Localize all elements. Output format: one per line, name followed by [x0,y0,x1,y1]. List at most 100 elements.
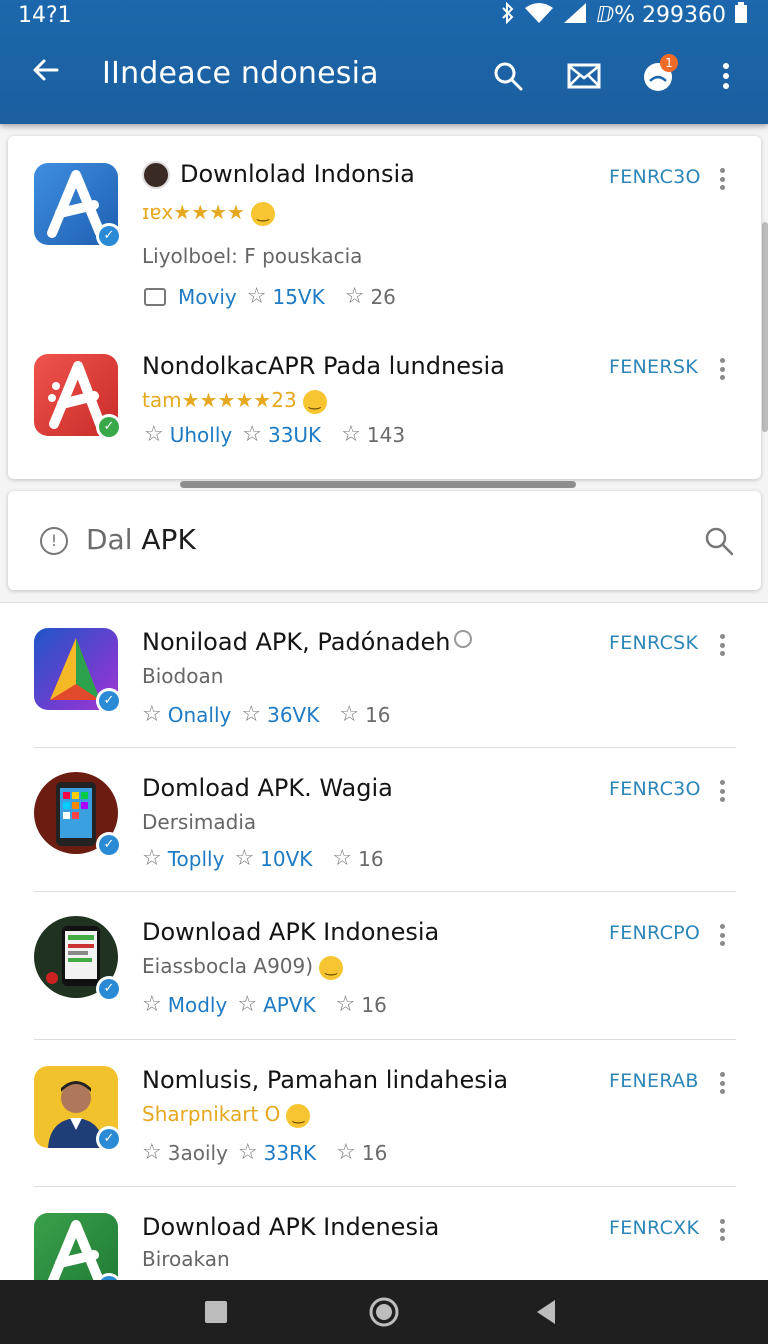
meta-count: 10VK [260,846,313,871]
settings-icon [454,630,473,648]
checkbox-icon[interactable] [144,287,166,306]
system-nav-bar [0,1280,768,1344]
notification-icon[interactable]: 1 [636,54,680,98]
app-tag[interactable]: FENERAB [609,1070,699,1092]
meta-label: Moviy [178,284,237,309]
star-icon: ☆ [332,846,353,871]
app-tag[interactable]: FENERSK [609,356,698,378]
app-name: Noniload APK, Padónadeh [142,628,451,656]
nav-back-icon[interactable] [528,1294,564,1330]
star-icon: ☆ [241,702,262,727]
overflow-menu-icon[interactable] [712,920,732,950]
search-bar[interactable]: ! Dal APK [8,491,761,590]
app-name: Nomlusis, Pamahan lindahesia [142,1066,509,1094]
meta-label: Toplly [167,846,225,871]
meta-num: 143 [366,422,406,447]
scrollbar[interactable] [762,222,768,432]
meta-num: 16 [361,1140,388,1165]
letter-a-icon [47,1220,105,1280]
recents-icon[interactable] [198,1294,234,1330]
status-right-text: ⅅ% 299360 [596,3,726,28]
verified-icon: ✓ [96,688,122,714]
list-item[interactable]: ✓ Domload APK. Wagia Dersimadia ☆ Toplly… [0,748,768,892]
page-title: IIndeace ndonesia [102,56,379,91]
overflow-menu-icon[interactable] [712,164,732,194]
info-icon: ! [40,527,68,555]
app-subtitle: Biodoan [142,664,224,688]
home-icon[interactable] [366,1294,402,1330]
overflow-menu-icon[interactable] [712,1215,732,1245]
meta-num: 26 [370,284,396,309]
app-icon: ✓ [34,354,122,440]
meta-label: Onally [167,702,232,727]
app-subtitle: Dersimadia [142,810,257,834]
status-time: 14?1 [18,3,72,28]
app-icon: ✓ [34,628,122,714]
star-icon: ☆ [237,992,258,1017]
star-icon: ☆ [144,422,164,447]
smile-emoji-icon: ‿ [286,1103,311,1128]
star-icon: ☆ [335,992,356,1017]
rating-text: ɪɐx★★★★ [142,200,245,224]
more-vert-icon[interactable] [704,54,748,98]
horizontal-scroll-indicator[interactable] [180,481,576,488]
star-icon: ☆ [344,284,365,309]
list-item[interactable]: ✓ Download APK Indonesia Eiassbocla A909… [0,892,768,1040]
list-item[interactable]: ✓ Noniload APK, Padónadeh Biodoan ☆ Onal… [0,602,768,747]
search-icon[interactable] [486,54,530,98]
app-subtitle: Biroakan [142,1247,230,1271]
meta-num: 16 [361,992,387,1017]
mail-icon[interactable] [562,54,606,98]
wifi-icon [524,2,554,29]
list-item[interactable]: ✓ Nomlusis, Pamahan lindahesia Sharpnika… [0,1040,768,1186]
overflow-menu-icon[interactable] [712,776,732,806]
app-tag[interactable]: FENRC3O [609,166,701,188]
app-name: Downlolad Indonsia [180,160,415,188]
app-name: Download APK Indonesia [142,918,440,946]
app-icon: ✓ [34,163,122,249]
app-tag[interactable]: FENRCXK [609,1217,699,1239]
verified-icon: ✓ [96,976,122,1002]
app-bar: IIndeace ndonesia 1 [0,42,768,112]
search-input[interactable]: APK [141,523,195,556]
meta-label: Uholly [169,422,233,447]
meta-count: 33RK [263,1140,317,1165]
meta-count: 33UK [267,422,322,447]
smile-emoji-icon: ‿ [251,201,275,226]
overflow-menu-icon[interactable] [712,354,732,384]
app-name: Download APK Indenesia [142,1213,440,1241]
star-icon: ☆ [246,284,267,309]
list-item[interactable]: ✓ Download APK Indenesia Biroakan FENRCX… [0,1187,768,1280]
star-icon: ☆ [336,1140,356,1165]
star-icon: ☆ [142,702,162,727]
notification-badge: 1 [660,54,678,72]
battery-icon [734,2,748,29]
overflow-menu-icon[interactable] [712,1068,732,1098]
smile-emoji-icon: ‿ [302,389,327,414]
app-name: NondolkacAPR Pada lundnesia [142,352,505,380]
back-arrow-icon[interactable] [24,52,68,96]
search-prefix: Dal [86,523,133,556]
app-subtitle: Eiassbocla A909) [142,954,314,978]
status-bar: 14?1 ⅅ% 299360 [0,0,768,30]
search-icon[interactable] [701,523,737,559]
meta-num: 16 [365,702,391,727]
bluetooth-icon [500,1,516,29]
star-icon: ☆ [142,846,162,871]
app-icon: ✓ [34,916,122,1002]
meta-label: Modly [167,992,228,1017]
signal-icon [562,2,588,29]
app-tag[interactable]: FENRCPO [609,922,700,944]
verified-icon: ✓ [96,414,122,440]
app-tag[interactable]: FENRCSK [609,632,698,654]
verified-icon: ✓ [96,1126,122,1152]
star-icon: ☆ [242,422,262,447]
app-subtitle: Sharpnikart O [142,1102,281,1126]
top-app-bar: 14?1 ⅅ% 299360 IIndeace ndonesia 1 [0,0,768,124]
app-tag[interactable]: FENRC3O [609,778,701,800]
overflow-menu-icon[interactable] [712,630,732,660]
smile-emoji-icon: ‿ [319,955,344,980]
meta-num: 16 [358,846,384,871]
app-subtitle: Liyolboel: F pouskacia [142,244,363,268]
verified-icon: ✓ [96,832,122,858]
